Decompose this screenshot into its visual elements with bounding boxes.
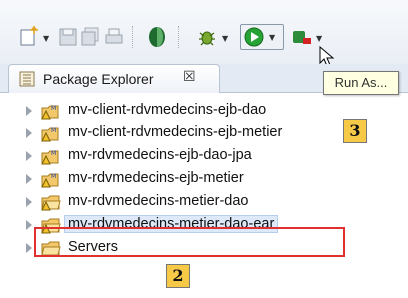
java-project-warning-icon: M	[41, 150, 59, 165]
tree-item-label: mv-rdvmedecins-metier-dao	[68, 193, 249, 209]
folder-warning-icon	[41, 195, 61, 211]
tab-title: Package Explorer	[43, 71, 154, 87]
debug-dropdown-arrow[interactable]: ▼	[222, 34, 228, 43]
tree-item-label: mv-rdvmedecins-ejb-dao-jpa	[68, 147, 252, 163]
expand-icon[interactable]	[26, 151, 32, 161]
run-button[interactable]: ▼	[240, 24, 284, 50]
save-icon[interactable]	[58, 27, 78, 47]
svg-text:M: M	[51, 173, 56, 180]
close-icon[interactable]: ☒	[183, 69, 196, 85]
tree-item-label: mv-client-rdvmedecins-ejb-metier	[68, 124, 283, 140]
run-dropdown-arrow[interactable]: ▼	[269, 33, 275, 42]
expand-icon[interactable]	[26, 174, 32, 184]
svg-text:M: M	[51, 150, 56, 157]
new-icon[interactable]	[18, 26, 40, 48]
java-project-warning-icon: M	[41, 127, 59, 142]
expand-icon[interactable]	[26, 220, 32, 230]
tree-item-label: mv-rdvmedecins-ejb-metier	[68, 170, 244, 186]
tree-item[interactable]: M mv-rdvmedecins-ejb-metier	[0, 168, 408, 190]
run-as-tooltip: Run As...	[323, 71, 399, 95]
package-explorer-icon	[19, 71, 35, 87]
expand-icon[interactable]	[26, 128, 32, 138]
main-toolbar: ▼ ▼ ▼ ▼	[0, 0, 408, 68]
new-dropdown-arrow[interactable]: ▼	[43, 34, 49, 43]
tree-item[interactable]: mv-rdvmedecins-metier-dao	[0, 191, 408, 213]
debug-icon[interactable]	[196, 26, 218, 48]
toolbar-separator	[178, 26, 180, 48]
eclipse-toggle-icon[interactable]	[146, 25, 168, 49]
step-badge-2: 2	[166, 264, 190, 288]
svg-text:M: M	[51, 127, 56, 134]
expand-icon[interactable]	[26, 197, 32, 207]
tab-package-explorer[interactable]: Package Explorer ☒	[8, 64, 220, 93]
save-all-icon[interactable]	[80, 27, 100, 47]
highlight-box	[34, 227, 345, 257]
java-project-warning-icon: M	[41, 173, 59, 188]
tree-item[interactable]: M mv-rdvmedecins-ejb-dao-jpa	[0, 145, 408, 167]
tree-item-label: mv-client-rdvmedecins-ejb-dao	[68, 102, 267, 118]
toolbar-separator	[132, 26, 134, 48]
svg-text:M: M	[51, 105, 56, 112]
print-icon[interactable]	[104, 27, 124, 47]
step-badge-3: 3	[343, 119, 367, 143]
java-project-warning-icon: M	[41, 105, 59, 120]
expand-icon[interactable]	[26, 106, 32, 116]
external-tools-dropdown-arrow[interactable]: ▼	[316, 34, 322, 43]
run-icon	[244, 27, 264, 47]
external-tools-icon[interactable]	[290, 26, 314, 48]
expand-icon[interactable]	[26, 243, 32, 253]
